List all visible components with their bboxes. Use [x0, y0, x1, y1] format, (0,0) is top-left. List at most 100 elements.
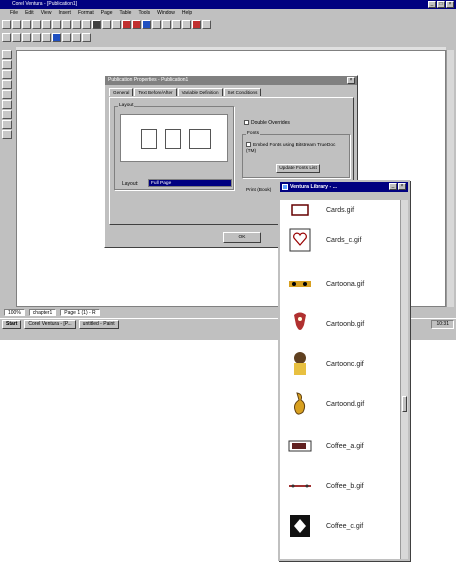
text-tool-icon[interactable]: [2, 70, 12, 79]
vertical-scrollbar[interactable]: [446, 50, 454, 307]
color-blue-icon[interactable]: [142, 20, 151, 29]
paste-icon[interactable]: [62, 20, 71, 29]
color-red2-icon[interactable]: [132, 20, 141, 29]
menu-insert[interactable]: Insert: [58, 9, 71, 18]
library-title: Ventura Library - ...: [290, 184, 337, 190]
italic-icon[interactable]: [12, 33, 21, 42]
tab-variable-definition[interactable]: Variable Definition: [177, 88, 223, 96]
indent-icon[interactable]: [72, 33, 81, 42]
menu-help[interactable]: Help: [182, 9, 192, 18]
menu-page[interactable]: Page: [101, 9, 113, 18]
library-item-name: Cards.gif: [326, 206, 355, 214]
color-red-icon[interactable]: [122, 20, 131, 29]
start-button[interactable]: Start: [2, 319, 22, 329]
cartoon-bug-clipart-icon: [288, 271, 312, 297]
line-tool-icon[interactable]: [2, 100, 12, 109]
embed-fonts-option[interactable]: Embed Fonts using Bitstream TrueDoc (TM): [246, 142, 346, 155]
library-item[interactable]: Coffee_c.gif: [288, 508, 398, 544]
table-icon[interactable]: [102, 20, 111, 29]
ok-button[interactable]: OK: [223, 232, 261, 243]
text-icon[interactable]: [152, 20, 161, 29]
library-item-name: Coffee_a.gif: [326, 442, 364, 450]
new-icon[interactable]: [2, 20, 11, 29]
layout-text-icon: [165, 129, 181, 149]
double-overrides-option[interactable]: Double Overrides: [244, 120, 290, 126]
library-scroll-thumb[interactable]: [402, 396, 407, 412]
task-ventura[interactable]: Corel Ventura - [P...: [24, 319, 76, 329]
grid-icon[interactable]: [82, 33, 91, 42]
copy-icon[interactable]: [52, 20, 61, 29]
library-close-button[interactable]: ×: [398, 183, 406, 190]
chapter-field[interactable]: chapter1: [28, 309, 57, 316]
rect-tool-icon[interactable]: [2, 80, 12, 89]
library-app-icon: [282, 184, 288, 190]
library-scrollbar[interactable]: [400, 200, 408, 559]
frame-icon[interactable]: [112, 20, 121, 29]
library-item[interactable]: Coffee_a.gif: [288, 428, 398, 464]
align-center-icon[interactable]: [42, 33, 51, 42]
fill-tool-icon[interactable]: [2, 130, 12, 139]
dialog-close-button[interactable]: ×: [347, 77, 355, 84]
library-item[interactable]: Cartoona.gif: [288, 266, 398, 302]
undo-icon[interactable]: [72, 20, 81, 29]
tab-text-before-after[interactable]: Text Before/After: [134, 88, 177, 96]
library-item[interactable]: Coffee_b.gif: [288, 468, 398, 504]
align-icon[interactable]: [182, 20, 191, 29]
library-item-name: Cartoond.gif: [326, 400, 365, 408]
library-item[interactable]: Cards_c.gif: [288, 222, 398, 258]
library-item[interactable]: Cartoonb.gif: [288, 306, 398, 342]
ventura-library-window: Ventura Library - ... _ × Cards.gif Card…: [278, 180, 410, 561]
open-icon[interactable]: [12, 20, 21, 29]
cut-icon[interactable]: [42, 20, 51, 29]
format-toolbar: [2, 33, 91, 43]
help-icon[interactable]: [192, 20, 201, 29]
find-icon[interactable]: [172, 20, 181, 29]
library-item-name: Coffee_b.gif: [326, 482, 364, 490]
close-button[interactable]: ×: [446, 1, 454, 8]
style-icon[interactable]: [52, 33, 61, 42]
update-fonts-button[interactable]: Update Fonts List: [276, 164, 320, 173]
zoom-field[interactable]: 100%: [4, 309, 25, 316]
ellipse-tool-icon[interactable]: [2, 90, 12, 99]
pick-tool-icon[interactable]: [2, 50, 12, 59]
tab-set-conditions[interactable]: Set Conditions: [223, 88, 262, 96]
save-icon[interactable]: [22, 20, 31, 29]
menu-table[interactable]: Table: [119, 9, 131, 18]
double-overrides-checkbox[interactable]: [244, 120, 249, 126]
bold-icon[interactable]: [2, 33, 11, 42]
coffee-beans-clipart-icon: [288, 473, 312, 499]
zoom-tool-icon[interactable]: [2, 120, 12, 129]
app-title-bar[interactable]: Corel Ventura - [Publication1]: [0, 0, 456, 9]
frame-tool-icon[interactable]: [2, 60, 12, 69]
embed-fonts-checkbox[interactable]: [246, 142, 251, 147]
menu-format[interactable]: Format: [78, 9, 94, 18]
minimize-button[interactable]: _: [428, 1, 436, 8]
table-tool-icon[interactable]: [2, 110, 12, 119]
menu-view[interactable]: View: [41, 9, 52, 18]
library-item[interactable]: Cartoond.gif: [288, 386, 398, 422]
layout-select[interactable]: Full Page: [148, 179, 232, 187]
menu-file[interactable]: File: [10, 9, 18, 18]
maximize-button[interactable]: □: [437, 1, 445, 8]
library-item[interactable]: Cartoonc.gif: [288, 346, 398, 382]
menu-window[interactable]: Window: [157, 9, 175, 18]
cartoon-duck-clipart-icon: [288, 391, 312, 417]
spell-icon[interactable]: [162, 20, 171, 29]
print-icon[interactable]: [32, 20, 41, 29]
card-heart-clipart-icon: [288, 227, 312, 253]
dialog-title[interactable]: Publication Properties - Publication1: [105, 76, 357, 85]
library-minimize-button[interactable]: _: [389, 183, 397, 190]
tab-general[interactable]: General: [109, 88, 134, 96]
underline-icon[interactable]: [22, 33, 31, 42]
card-clipart-icon: [288, 197, 312, 223]
redo-icon[interactable]: [82, 20, 91, 29]
bullet-icon[interactable]: [62, 33, 71, 42]
task-paint[interactable]: untitled - Paint: [78, 319, 119, 329]
align-left-icon[interactable]: [32, 33, 41, 42]
menu-edit[interactable]: Edit: [25, 9, 34, 18]
zoom-icon[interactable]: [92, 20, 101, 29]
link-icon[interactable]: [202, 20, 211, 29]
embed-fonts-label: Embed Fonts using Bitstream TrueDoc (TM): [246, 142, 336, 154]
layout-preview: [120, 114, 228, 162]
menu-tools[interactable]: Tools: [138, 9, 150, 18]
